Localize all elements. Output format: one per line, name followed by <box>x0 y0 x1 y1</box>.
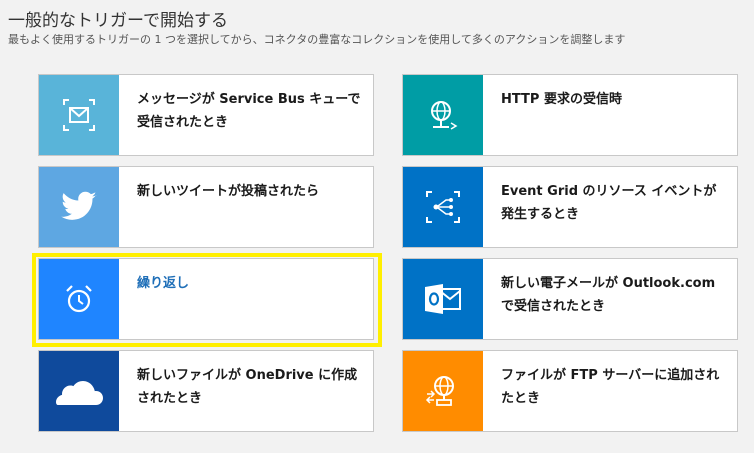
alarm-clock-icon <box>66 285 92 313</box>
trigger-label: 新しいファイルが OneDrive に作成されたとき <box>137 368 358 406</box>
tile-event-grid <box>403 167 483 247</box>
tile-onedrive <box>39 351 119 431</box>
trigger-card-outlook[interactable]: 新しい電子メールが Outlook.com で受信されたとき <box>402 258 738 340</box>
trigger-card-ftp[interactable]: ファイルが FTP サーバーに追加されたとき <box>402 350 738 432</box>
ftp-globe-icon <box>425 376 454 406</box>
trigger-label: HTTP 要求の受信時 <box>501 92 622 107</box>
trigger-card-recurrence[interactable]: 繰り返し <box>38 258 374 340</box>
trigger-label: 繰り返し <box>137 276 190 291</box>
cloud-icon <box>56 381 103 405</box>
trigger-label: 新しいツイートが投稿されたら <box>137 184 320 199</box>
trigger-label: ファイルが FTP サーバーに追加されたとき <box>501 368 720 406</box>
globe-network-icon <box>431 101 458 130</box>
event-grid-icon <box>426 191 460 223</box>
outlook-icon <box>425 284 461 314</box>
page-title: 一般的なトリガーで開始する <box>8 11 228 31</box>
trigger-card-onedrive[interactable]: 新しいファイルが OneDrive に作成されたとき <box>38 350 374 432</box>
tile-service-bus <box>39 75 119 155</box>
trigger-label: Event Grid のリソース イベントが発生するとき <box>501 184 717 222</box>
tile-twitter <box>39 167 119 247</box>
tile-http <box>403 75 483 155</box>
trigger-card-service-bus[interactable]: メッセージが Service Bus キューで受信されたとき <box>38 74 374 156</box>
trigger-card-twitter[interactable]: 新しいツイートが投稿されたら <box>38 166 374 248</box>
twitter-bird-icon <box>61 191 97 220</box>
trigger-card-event-grid[interactable]: Event Grid のリソース イベントが発生するとき <box>402 166 738 248</box>
tile-outlook <box>403 259 483 339</box>
trigger-label: 新しい電子メールが Outlook.com で受信されたとき <box>501 276 716 314</box>
tile-ftp <box>403 351 483 431</box>
trigger-label: メッセージが Service Bus キューで受信されたとき <box>137 92 361 130</box>
page-subtitle: 最もよく使用するトリガーの 1 つを選択してから、コネクタの豊富なコレクションを… <box>8 33 626 46</box>
trigger-card-http[interactable]: HTTP 要求の受信時 <box>402 74 738 156</box>
envelope-icon <box>63 99 95 131</box>
tile-recurrence <box>39 259 119 339</box>
